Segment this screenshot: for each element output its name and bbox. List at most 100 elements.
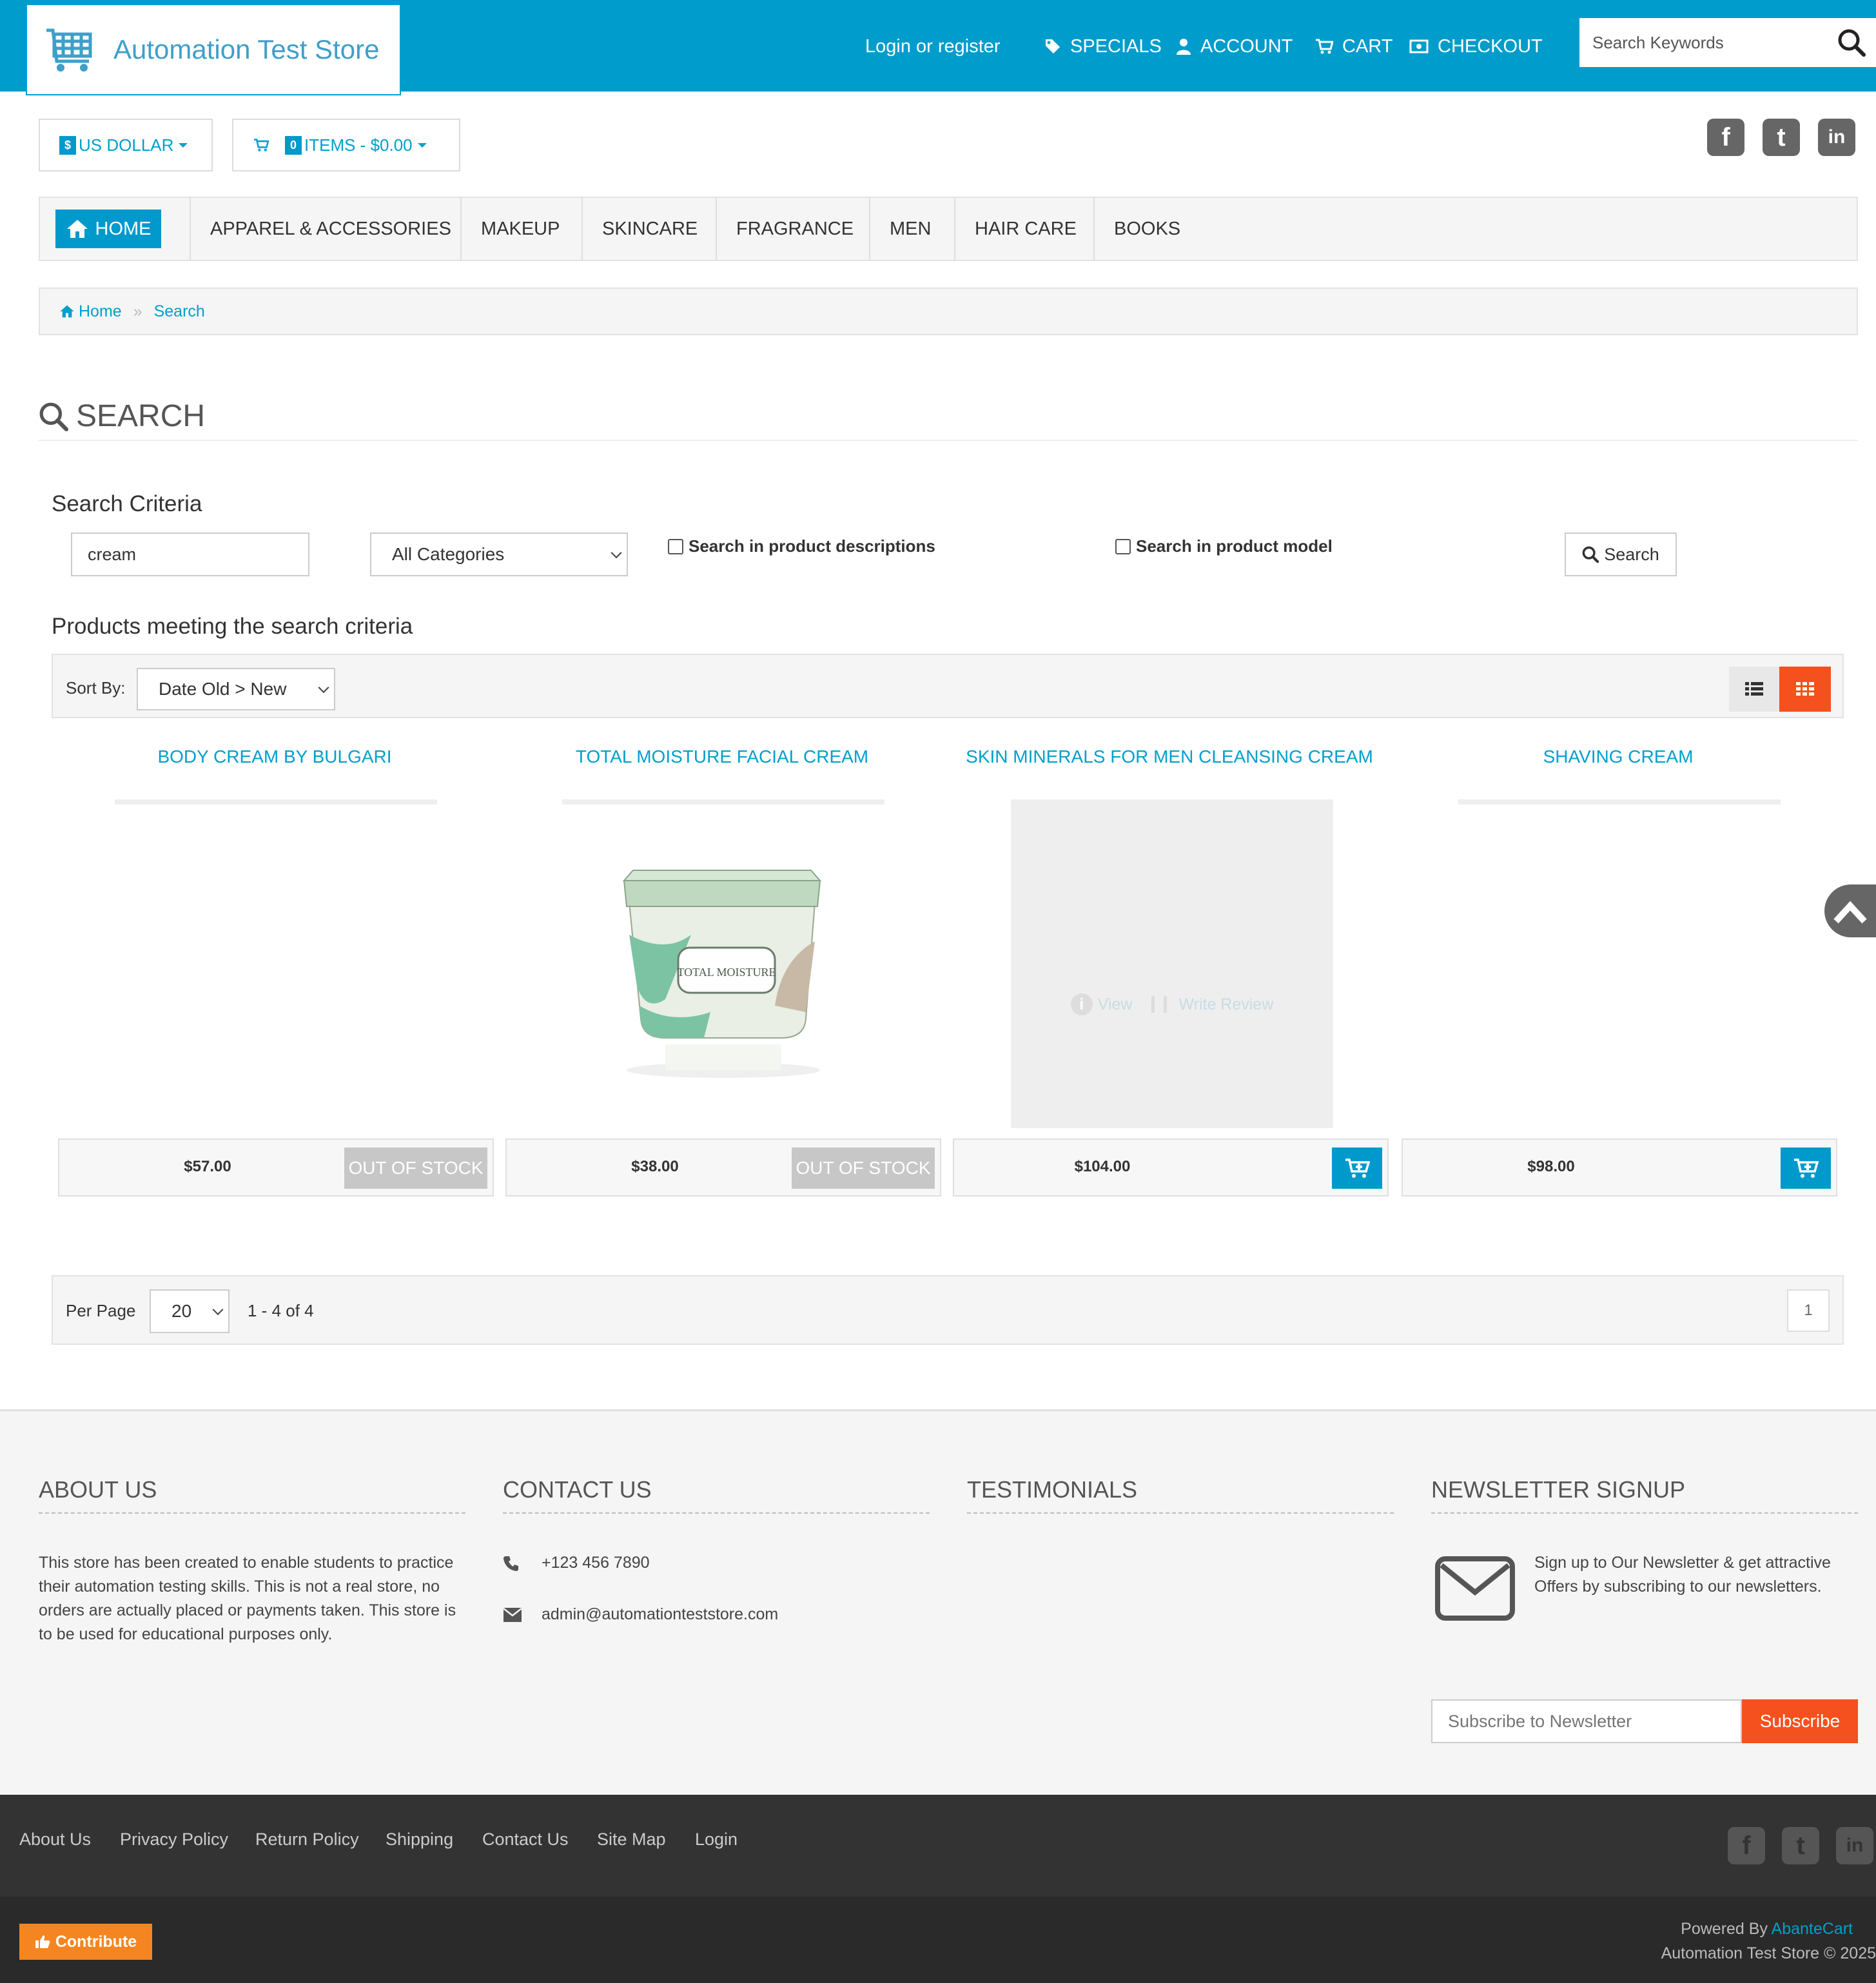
linkedin-icon[interactable]: in: [1836, 1827, 1873, 1864]
about-text: This store has been created to enable st…: [39, 1554, 456, 1643]
model-label: Search in product model: [1136, 536, 1333, 556]
product-name-link[interactable]: SHAVING CREAM: [1399, 747, 1837, 767]
keyword-input[interactable]: [71, 532, 309, 576]
search-submit[interactable]: [1827, 18, 1876, 67]
chevron-down-icon: [417, 142, 427, 148]
store-logo[interactable]: Automation Test Store: [26, 4, 401, 95]
page-title-text: SEARCH: [76, 399, 206, 433]
about-heading: ABOUT US: [39, 1476, 465, 1514]
menu-men[interactable]: MEN: [869, 198, 950, 260]
write-review-link[interactable]: Write Review: [1178, 995, 1273, 1014]
menu-hair-care[interactable]: HAIR CARE: [954, 198, 1096, 260]
currency-label: US DOLLAR: [79, 135, 174, 155]
view-link[interactable]: View: [1098, 995, 1133, 1014]
list-view-button[interactable]: [1729, 667, 1779, 712]
email-address: admin@automationteststore.com: [542, 1605, 779, 1623]
per-page-select[interactable]: 20: [150, 1289, 230, 1333]
product-price: $57.00: [184, 1158, 231, 1175]
footer-link-login[interactable]: Login: [695, 1830, 738, 1850]
page-number[interactable]: 1: [1787, 1289, 1830, 1332]
menu-books[interactable]: BOOKS: [1093, 198, 1200, 260]
product-name-link[interactable]: SKIN MINERALS FOR MEN CLEANSING CREAM: [950, 747, 1389, 767]
product-price: $38.00: [631, 1158, 679, 1175]
currency-dropdown[interactable]: $ US DOLLAR: [39, 119, 213, 171]
menu-home[interactable]: HOME: [55, 210, 161, 248]
contact-phone: +123 456 7890: [503, 1551, 650, 1575]
twitter-icon[interactable]: t: [1782, 1827, 1819, 1864]
info-icon: i: [1070, 993, 1093, 1015]
footer-link-return[interactable]: Return Policy: [255, 1830, 359, 1850]
product-name-link[interactable]: TOTAL MOISTURE FACIAL CREAM: [503, 747, 941, 767]
nav-account[interactable]: ACCOUNT: [1176, 32, 1293, 61]
linkedin-icon[interactable]: in: [1818, 119, 1855, 156]
facebook-icon[interactable]: f: [1728, 1827, 1765, 1864]
currency-symbol: $: [59, 135, 77, 155]
abantecart-link[interactable]: AbanteCart: [1772, 1920, 1853, 1938]
menu-makeup[interactable]: MAKEUP: [460, 198, 579, 260]
moisture-cream-jar-image: TOTAL MOISTURE: [622, 870, 822, 1078]
product-image-hover[interactable]: i View Write Review: [1011, 799, 1333, 1128]
nav-account-label: ACCOUNT: [1200, 35, 1293, 57]
page-title: SEARCH: [39, 398, 205, 434]
breadcrumb-current[interactable]: Search: [154, 302, 205, 321]
sort-select[interactable]: Date Old > New: [137, 668, 335, 710]
footer-link-about[interactable]: About Us: [19, 1830, 91, 1850]
envelope-icon: [1435, 1556, 1515, 1621]
review-icon: [1151, 996, 1168, 1013]
newsletter-email-input[interactable]: [1431, 1699, 1742, 1743]
breadcrumb: Home » Search: [39, 288, 1858, 335]
twitter-icon[interactable]: t: [1763, 119, 1800, 156]
phone-icon: [503, 1556, 518, 1571]
jar-label-text: TOTAL MOISTURE: [677, 966, 776, 979]
per-page-value: 20: [171, 1301, 192, 1321]
breadcrumb-home[interactable]: Home: [79, 302, 122, 321]
menu-apparel[interactable]: APPAREL & ACCESSORIES: [190, 198, 471, 260]
nav-specials-label: SPECIALS: [1070, 35, 1162, 57]
nav-specials[interactable]: SPECIALS: [1044, 32, 1162, 61]
contact-heading: CONTACT US: [503, 1476, 930, 1514]
model-checkbox[interactable]: [1115, 538, 1131, 554]
cart-plus-icon: [1794, 1158, 1819, 1178]
nav-cart[interactable]: CART: [1315, 32, 1392, 61]
menu-skincare[interactable]: SKINCARE: [581, 198, 717, 260]
cart-logo-icon: [46, 28, 92, 72]
chevron-down-icon: [179, 142, 188, 148]
product-image-placeholder[interactable]: [115, 799, 437, 805]
out-of-stock-badge: OUT OF STOCK: [792, 1148, 935, 1189]
login-link[interactable]: Login or register: [865, 32, 1001, 61]
powered-by-label: Powered By: [1681, 1920, 1768, 1938]
subscribe-button[interactable]: Subscribe: [1742, 1699, 1858, 1743]
model-option: Search in product model: [1115, 536, 1333, 556]
phone-number: +123 456 7890: [542, 1554, 650, 1572]
cart-dropdown[interactable]: 0 ITEMS - $0.00: [232, 119, 460, 171]
footer-link-shipping[interactable]: Shipping: [386, 1830, 453, 1850]
money-icon: [1409, 39, 1429, 54]
copyright: Automation Test Store © 2025: [1661, 1944, 1876, 1962]
grid-view-button[interactable]: [1779, 667, 1831, 712]
add-to-cart-button[interactable]: [1332, 1148, 1382, 1189]
category-select[interactable]: All Categories: [370, 532, 628, 576]
facebook-icon[interactable]: f: [1707, 119, 1744, 156]
scroll-top-button[interactable]: [1824, 884, 1876, 937]
product-image-placeholder[interactable]: [1458, 799, 1781, 805]
menu-fragrance[interactable]: FRAGRANCE: [716, 198, 873, 260]
add-to-cart-button[interactable]: [1781, 1148, 1831, 1189]
sort-select-value: Date Old > New: [159, 679, 287, 699]
product-name-link[interactable]: BODY CREAM BY BULGARI: [55, 747, 494, 767]
footer-link-privacy[interactable]: Privacy Policy: [120, 1830, 228, 1850]
result-range: 1 - 4 of 4: [248, 1301, 314, 1320]
footer-link-contact[interactable]: Contact Us: [482, 1830, 569, 1850]
nav-checkout[interactable]: CHECKOUT: [1409, 32, 1543, 61]
product-image[interactable]: TOTAL MOISTURE: [562, 857, 884, 1083]
description-checkbox[interactable]: [668, 538, 683, 554]
nav-checkout-label: CHECKOUT: [1438, 35, 1543, 57]
search-icon: [1582, 546, 1599, 563]
search-input[interactable]: [1579, 18, 1824, 67]
thumbs-up-icon: [35, 1935, 50, 1948]
search-button[interactable]: Search: [1565, 532, 1677, 576]
search-icon: [1838, 29, 1866, 57]
header-search: [1579, 18, 1876, 67]
footer-link-sitemap[interactable]: Site Map: [597, 1830, 666, 1850]
list-view-icon: [1745, 682, 1763, 696]
contribute-button[interactable]: Contribute: [19, 1924, 152, 1960]
